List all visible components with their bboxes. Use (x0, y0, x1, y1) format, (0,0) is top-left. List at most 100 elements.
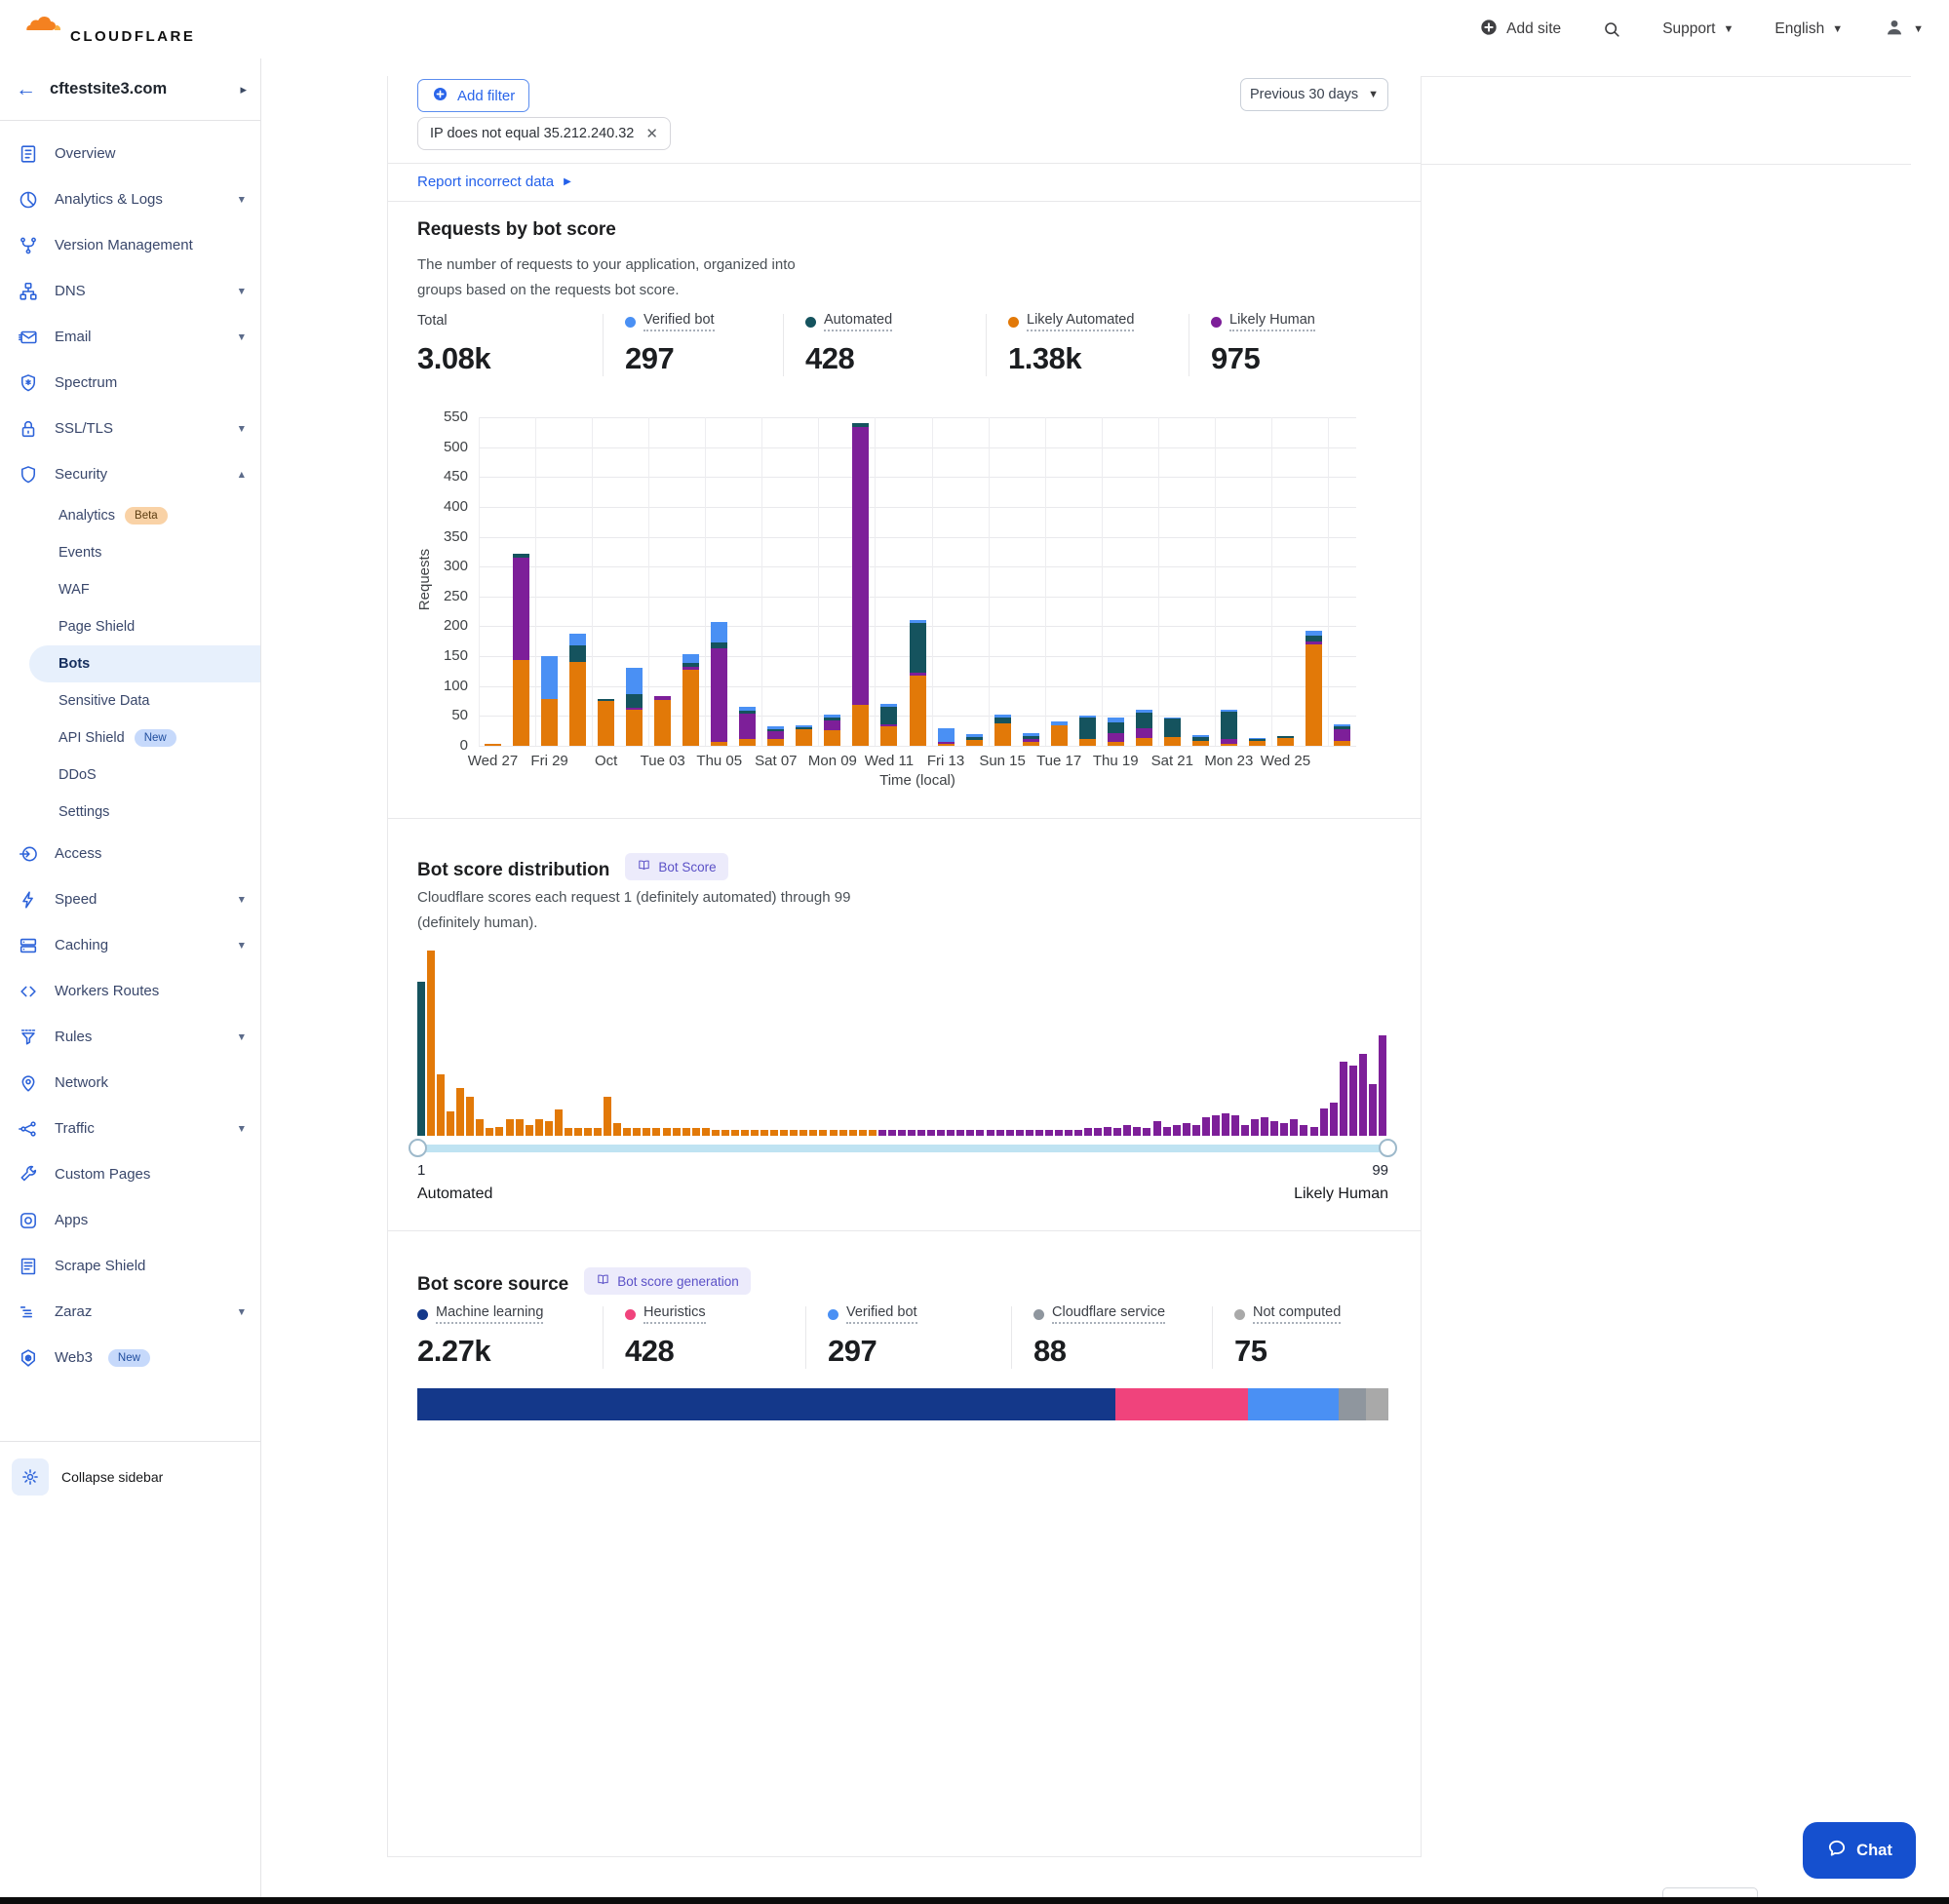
sidebar-item-label: SSL/TLS (55, 420, 113, 437)
slider-handle-max[interactable] (1379, 1139, 1397, 1157)
stacked-bar-5[interactable] (626, 668, 643, 746)
support-menu[interactable]: Support ▼ (1662, 20, 1734, 38)
stacked-bar-24[interactable] (1164, 718, 1181, 746)
stacked-bar-29[interactable] (1306, 631, 1322, 746)
stacked-bar-26[interactable] (1221, 710, 1237, 746)
score-bar-79 (1183, 1123, 1190, 1136)
stat-value: 88 (1033, 1334, 1204, 1369)
sidebar-item-security[interactable]: Security▲ (0, 451, 260, 497)
report-incorrect-data-link[interactable]: Report incorrect data ▶ (417, 174, 571, 190)
stacked-bar-2[interactable] (541, 656, 558, 746)
sidebar-item-access[interactable]: Access (0, 831, 260, 876)
segment-automated (910, 623, 926, 673)
add-site-button[interactable]: Add site (1479, 18, 1561, 42)
sidebar-item-ssl-tls[interactable]: SSL/TLS▼ (0, 406, 260, 451)
stacked-bar-28[interactable] (1277, 736, 1294, 746)
bot-score-generation-badge[interactable]: Bot score generation (584, 1267, 751, 1295)
score-bar-50 (898, 1130, 906, 1136)
stacked-bar-3[interactable] (569, 634, 586, 746)
sidebar-item-ddos[interactable]: DDoS (0, 757, 260, 794)
settings-gear-button[interactable] (12, 1458, 49, 1496)
sidebar-item-scrape-shield[interactable]: Scrape Shield (0, 1243, 260, 1289)
stacked-bar-17[interactable] (966, 734, 983, 746)
stacked-bar-16[interactable] (938, 728, 955, 746)
sidebar-item-overview[interactable]: Overview (0, 131, 260, 176)
sidebar-item-network[interactable]: Network (0, 1060, 260, 1106)
score-bar-9 (495, 1127, 503, 1137)
stacked-bar-9[interactable] (739, 707, 756, 746)
stacked-bar-6[interactable] (654, 696, 671, 746)
sidebar-item-traffic[interactable]: Traffic▼ (0, 1106, 260, 1151)
sidebar-item-custom-pages[interactable]: Custom Pages (0, 1151, 260, 1197)
sidebar-item-label: DDoS (58, 767, 97, 783)
stacked-bar-20[interactable] (1051, 721, 1068, 746)
sidebar-item-waf[interactable]: WAF (0, 571, 260, 608)
stat-label: Machine learning (436, 1304, 543, 1324)
sidebar-item-web3[interactable]: Web3New (0, 1335, 260, 1380)
stacked-bar-19[interactable] (1023, 733, 1039, 746)
sidebar-item-api-shield[interactable]: API ShieldNew (0, 719, 260, 757)
sidebar-item-events[interactable]: Events (0, 534, 260, 571)
add-filter-button[interactable]: Add filter (417, 79, 529, 112)
stacked-bar-23[interactable] (1136, 710, 1152, 746)
sidebar-item-speed[interactable]: Speed▼ (0, 876, 260, 922)
sidebar-item-dns[interactable]: DNS▼ (0, 268, 260, 314)
stacked-bar-13[interactable] (852, 423, 869, 746)
close-icon[interactable]: ✕ (645, 125, 658, 142)
stacked-bar-1[interactable] (513, 554, 529, 746)
sidebar-item-analytics[interactable]: AnalyticsBeta (0, 497, 260, 534)
sidebar-item-email[interactable]: Email▼ (0, 314, 260, 360)
chevron-right-icon[interactable]: ▸ (240, 82, 247, 97)
sidebar-item-version-management[interactable]: Version Management (0, 222, 260, 268)
bot-score-distribution-card: Bot score distributionBot Score Cloudfla… (388, 819, 1421, 1231)
segment-automated (880, 707, 897, 724)
legend-dot (1033, 1309, 1044, 1320)
stacked-bar-22[interactable] (1108, 718, 1124, 746)
sidebar-item-rules[interactable]: Rules▼ (0, 1014, 260, 1060)
cloudflare-logo[interactable]: CLOUDFLARE (14, 15, 195, 45)
stacked-bar-15[interactable] (910, 620, 926, 746)
sidebar-item-zaraz[interactable]: Zaraz▼ (0, 1289, 260, 1335)
stacked-bar-27[interactable] (1249, 738, 1266, 746)
stacked-bar-12[interactable] (824, 715, 840, 746)
slider-handle-min[interactable] (409, 1139, 427, 1157)
stacked-bar-25[interactable] (1192, 735, 1209, 746)
bot-score-badge[interactable]: Bot Score (625, 853, 727, 880)
stacked-bar-21[interactable] (1079, 716, 1096, 746)
stairs-icon (18, 1302, 39, 1323)
stacked-bar-0[interactable] (485, 744, 501, 746)
chat-button[interactable]: Chat (1803, 1822, 1916, 1879)
gridline (1271, 417, 1272, 746)
stacked-bar-8[interactable] (711, 622, 727, 746)
stacked-bar-14[interactable] (880, 704, 897, 746)
stacked-bar-30[interactable] (1334, 724, 1350, 746)
stacked-bar-4[interactable] (598, 699, 614, 746)
language-menu[interactable]: English ▼ (1774, 20, 1843, 38)
sidebar-item-spectrum[interactable]: Spectrum (0, 360, 260, 406)
search-icon[interactable] (1602, 19, 1621, 39)
stacked-bar-7[interactable] (682, 654, 699, 746)
sidebar-item-caching[interactable]: Caching▼ (0, 922, 260, 968)
stacked-bar-11[interactable] (796, 725, 812, 746)
sidebar-item-label: WAF (58, 582, 90, 598)
segment-automated (1079, 718, 1096, 739)
back-arrow-icon[interactable]: ← (16, 78, 36, 101)
sidebar-item-workers-routes[interactable]: Workers Routes (0, 968, 260, 1014)
book-icon (596, 1272, 610, 1290)
stacked-bar-10[interactable] (767, 726, 784, 746)
filter-chip[interactable]: IP does not equal 35.212.240.32 ✕ (417, 117, 671, 150)
sidebar-item-page-shield[interactable]: Page Shield (0, 608, 260, 645)
sidebar-item-bots[interactable]: Bots (29, 645, 260, 682)
collapse-sidebar-button[interactable]: Collapse sidebar (61, 1469, 163, 1485)
stacked-bar-18[interactable] (994, 715, 1011, 746)
sidebar-item-apps[interactable]: Apps (0, 1197, 260, 1243)
sidebar-item-settings[interactable]: Settings (0, 794, 260, 831)
sidebar-item-analytics-logs[interactable]: Analytics & Logs▼ (0, 176, 260, 222)
score-bar-34 (741, 1130, 749, 1136)
gridline (1215, 417, 1216, 746)
date-range-select[interactable]: Previous 30 days ▼ (1240, 78, 1388, 111)
score-range-slider[interactable] (417, 1145, 1388, 1152)
score-bar-27 (673, 1128, 681, 1136)
account-menu[interactable]: ▼ (1884, 17, 1924, 43)
sidebar-item-sensitive-data[interactable]: Sensitive Data (0, 682, 260, 719)
